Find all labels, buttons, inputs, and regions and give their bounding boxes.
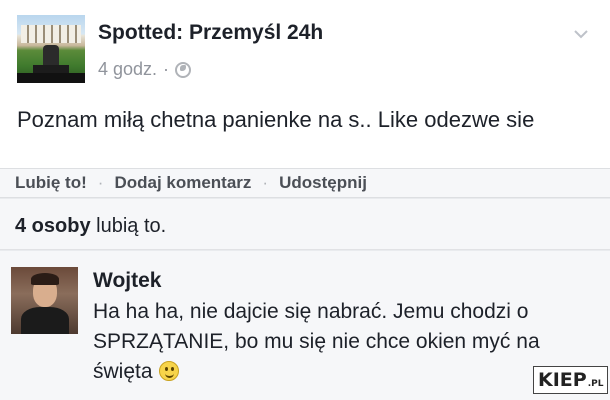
smiley-icon — [158, 361, 179, 381]
page-name-link[interactable]: Spotted: Przemyśl 24h — [98, 21, 323, 45]
like-button[interactable]: Lubię to! — [15, 173, 87, 193]
comment: Wojtek Ha ha ha, nie dajcie się nabrać. … — [0, 251, 610, 400]
globe-icon — [175, 61, 192, 78]
meta-separator: · — [163, 59, 170, 79]
chevron-down-icon[interactable] — [573, 26, 589, 42]
watermark-suffix: .PL — [587, 379, 604, 389]
commenter-name-link[interactable]: Wojtek — [93, 269, 161, 293]
post-meta: 4 godz. · — [98, 59, 192, 80]
action-separator: · — [262, 173, 269, 192]
likes-count-link[interactable]: 4 osoby — [15, 215, 91, 237]
post-card: Spotted: Przemyśl 24h 4 godz. · Poznam m… — [0, 0, 610, 168]
post-actions-bar: Lubię to! · Dodaj komentarz · Udostępnij — [0, 168, 610, 198]
likes-suffix: lubią to. — [90, 215, 167, 237]
commenter-avatar[interactable] — [11, 267, 78, 334]
post-timestamp[interactable]: 4 godz. — [98, 59, 157, 80]
comment-button[interactable]: Dodaj komentarz — [114, 173, 251, 193]
watermark-logo: KIEP .PL — [533, 366, 609, 394]
watermark-main: KIEP — [538, 369, 587, 391]
action-separator: · — [97, 173, 104, 192]
comment-text: Ha ha ha, nie dajcie się nabrać. Jemu ch… — [93, 297, 598, 387]
page-avatar[interactable] — [17, 15, 85, 83]
likes-summary: 4 osoby lubią to. — [0, 199, 610, 250]
post-text: Poznam miłą chetna panienke na s.. Like … — [17, 107, 535, 132]
share-button[interactable]: Udostępnij — [279, 173, 367, 193]
